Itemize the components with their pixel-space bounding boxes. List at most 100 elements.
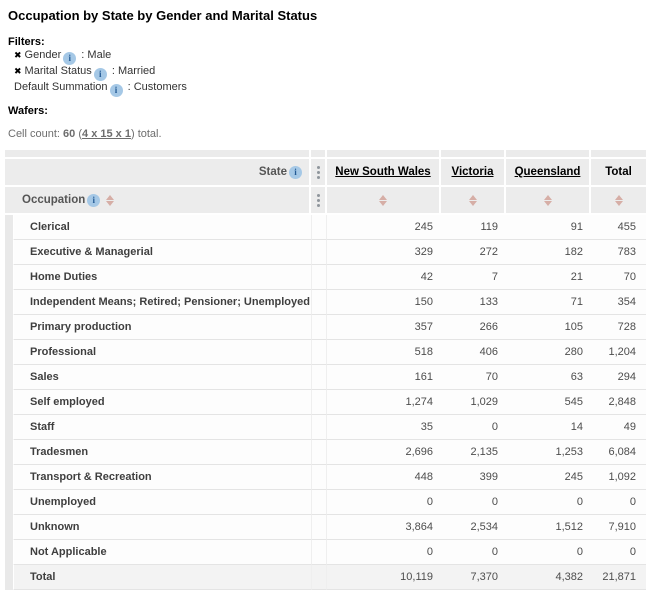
sort-icon[interactable] [379, 195, 387, 206]
sort-cell-new-south-wales [327, 187, 441, 215]
info-icon[interactable]: i [289, 166, 302, 179]
value-cell: 0 [591, 490, 646, 515]
info-icon[interactable]: i [87, 194, 100, 207]
cell-count-link[interactable]: 4 x 15 x 1 [82, 128, 131, 140]
sort-cell-victoria [441, 187, 506, 215]
filter-item-marital-status: ✖Marital Statusi : Married [8, 65, 652, 81]
filter-list: ✖Genderi : Male✖Marital Statusi : Marrie… [8, 49, 652, 97]
info-icon[interactable]: i [110, 84, 123, 97]
grip-dots-icon[interactable] [311, 187, 327, 215]
column-header-label: Total [605, 166, 632, 178]
value-cell: 406 [441, 340, 506, 365]
filter-value: : Married [109, 65, 155, 77]
table-row: Executive & Managerial329272182783 [5, 240, 646, 265]
remove-filter-icon[interactable]: ✖ [14, 65, 22, 78]
value-cell: 70 [441, 365, 506, 390]
row-gutter [5, 490, 14, 515]
value-cell: 294 [591, 365, 646, 390]
table-row: Transport & Recreation4483992451,092 [5, 465, 646, 490]
row-gutter [5, 540, 14, 565]
value-cell: 0 [441, 490, 506, 515]
filter-item-default-summation: Default Summationi : Customers [8, 81, 652, 97]
value-cell: 1,204 [591, 340, 646, 365]
remove-filter-icon[interactable]: ✖ [14, 49, 22, 62]
row-spacer [311, 290, 327, 315]
value-cell: 0 [506, 540, 591, 565]
row-spacer [311, 390, 327, 415]
table-row: Unemployed0000 [5, 490, 646, 515]
table-row: Staff3501449 [5, 415, 646, 440]
row-spacer [311, 515, 327, 540]
value-cell: 4,382 [506, 565, 591, 590]
filter-label: Marital Status [25, 65, 92, 77]
sort-icon[interactable] [544, 195, 552, 206]
value-cell: 182 [506, 240, 591, 265]
row-gutter [5, 215, 14, 240]
column-header-row: State i New South WalesVictoriaQueenslan… [5, 159, 646, 187]
cell-count-suffix: total. [138, 128, 162, 140]
sort-up-icon [544, 195, 552, 200]
column-header-new-south-wales[interactable]: New South Wales [327, 159, 441, 187]
column-header-queensland[interactable]: Queensland [506, 159, 591, 187]
table-row: Self employed1,2741,0295452,848 [5, 390, 646, 415]
value-cell: 105 [506, 315, 591, 340]
strip-segment [5, 150, 311, 159]
sort-up-icon [106, 195, 114, 200]
column-header-label: Victoria [452, 166, 494, 178]
value-cell: 266 [441, 315, 506, 340]
sort-icon[interactable] [469, 195, 477, 206]
value-cell: 3,864 [327, 515, 441, 540]
filter-label: Gender [25, 49, 62, 61]
row-spacer [311, 490, 327, 515]
filters-section: Filters: ✖Genderi : Male✖Marital Statusi… [8, 36, 652, 97]
table-row: Not Applicable0000 [5, 540, 646, 565]
value-cell: 354 [591, 290, 646, 315]
value-cell: 455 [591, 215, 646, 240]
value-cell: 0 [327, 490, 441, 515]
grip-dots-glyph [317, 194, 320, 207]
strip-segment [327, 150, 441, 159]
sort-down-icon [106, 201, 114, 206]
row-axis-header-row: Occupation i [5, 187, 646, 215]
wafers-heading: Wafers: [8, 105, 652, 118]
row-gutter [5, 515, 14, 540]
sort-icon[interactable] [106, 195, 114, 206]
row-label: Tradesmen [14, 440, 311, 465]
value-cell: 518 [327, 340, 441, 365]
value-cell: 1,274 [327, 390, 441, 415]
sort-up-icon [615, 195, 623, 200]
filter-value: : Customers [125, 81, 187, 93]
row-label: Transport & Recreation [14, 465, 311, 490]
value-cell: 150 [327, 290, 441, 315]
row-gutter [5, 265, 14, 290]
table-row: Clerical24511991455 [5, 215, 646, 240]
value-cell: 21 [506, 265, 591, 290]
value-cell: 70 [591, 265, 646, 290]
value-cell: 272 [441, 240, 506, 265]
value-cell: 280 [506, 340, 591, 365]
value-cell: 91 [506, 215, 591, 240]
row-spacer [311, 565, 327, 590]
value-cell: 7 [441, 265, 506, 290]
value-cell: 245 [327, 215, 441, 240]
value-cell: 245 [506, 465, 591, 490]
info-icon[interactable]: i [63, 52, 76, 65]
column-header-victoria[interactable]: Victoria [441, 159, 506, 187]
row-spacer [311, 215, 327, 240]
page: Occupation by State by Gender and Marita… [0, 0, 652, 590]
value-cell: 783 [591, 240, 646, 265]
row-label: Primary production [14, 315, 311, 340]
sort-icon[interactable] [615, 195, 623, 206]
row-label: Unknown [14, 515, 311, 540]
grip-dots-icon[interactable] [311, 159, 327, 187]
value-cell: 63 [506, 365, 591, 390]
value-cell: 1,029 [441, 390, 506, 415]
row-gutter [5, 290, 14, 315]
sort-down-icon [615, 201, 623, 206]
value-cell: 448 [327, 465, 441, 490]
sort-down-icon [544, 201, 552, 206]
info-icon[interactable]: i [94, 68, 107, 81]
strip-segment [311, 150, 327, 159]
row-gutter [5, 565, 14, 590]
sort-cell-total [591, 187, 646, 215]
